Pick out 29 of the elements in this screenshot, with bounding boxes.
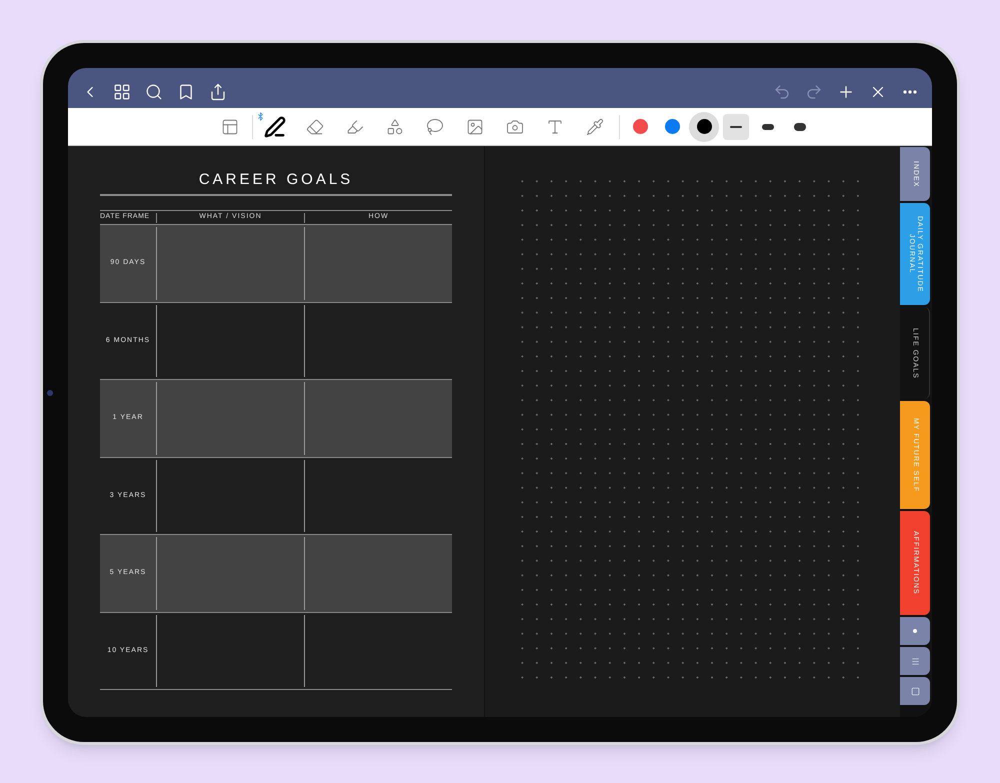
shapes-icon <box>386 118 404 136</box>
square-tab[interactable] <box>900 677 930 705</box>
page-layout-icon <box>221 118 239 136</box>
page-title: CAREER GOALS <box>198 170 354 190</box>
highlighter-icon <box>346 118 364 136</box>
dot-tab[interactable] <box>900 617 930 645</box>
more-icon <box>903 90 917 94</box>
color-swatch[interactable] <box>689 112 719 142</box>
lines-icon <box>910 656 920 666</box>
pointer-icon <box>586 118 604 136</box>
pen-icon <box>264 116 286 138</box>
lasso-icon <box>426 118 444 136</box>
redo-icon <box>805 83 823 101</box>
camera-lens-icon <box>47 390 53 396</box>
grid-icon <box>113 83 131 101</box>
undo-icon <box>773 83 791 101</box>
eraser-icon <box>306 118 324 136</box>
lines-tab[interactable] <box>900 647 930 675</box>
dot-icon <box>913 629 917 633</box>
image-icon <box>466 118 484 136</box>
text-box-icon <box>546 118 564 136</box>
bookmark-icon <box>177 83 195 101</box>
bluetooth-icon <box>256 112 265 120</box>
add-icon <box>837 83 855 101</box>
stroke-width-button[interactable] <box>723 114 749 140</box>
square-icon <box>910 686 920 696</box>
share-icon <box>209 83 227 101</box>
search-icon <box>145 83 163 101</box>
camera-icon <box>506 118 524 136</box>
